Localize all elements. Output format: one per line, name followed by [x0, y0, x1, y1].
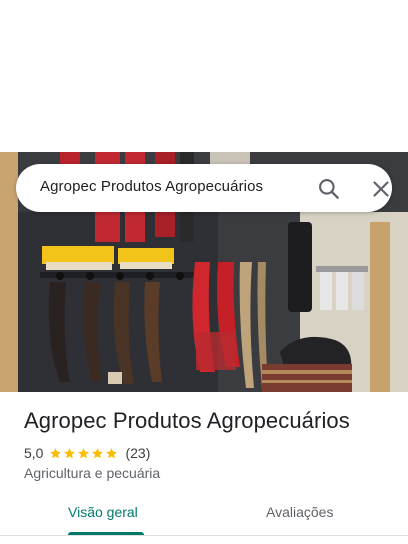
star-icon: [64, 447, 76, 458]
search-input[interactable]: Agropec Produtos Agropecuários: [40, 178, 263, 195]
place-title: Agropec Produtos Agropecuários: [24, 408, 350, 433]
star-icon: [106, 447, 118, 458]
place-category[interactable]: Agricultura e pecuária: [24, 465, 160, 481]
close-icon[interactable]: [368, 176, 394, 202]
tab-overview[interactable]: Visão geral: [68, 504, 138, 520]
place-tabs: Visão geral Avaliações: [0, 496, 408, 540]
star-rating: [49, 447, 119, 460]
rating-row[interactable]: 5,0 (23): [24, 444, 150, 462]
tab-reviews[interactable]: Avaliações: [266, 504, 333, 520]
star-icon: [78, 447, 90, 458]
search-bar[interactable]: Agropec Produtos Agropecuários: [16, 164, 392, 212]
star-icon: [50, 447, 62, 458]
tabs-divider: [0, 535, 408, 536]
star-icon: [92, 447, 104, 458]
rating-value: 5,0: [24, 445, 44, 461]
map-blank-area: [0, 0, 408, 152]
search-icon[interactable]: [316, 176, 342, 202]
review-count[interactable]: (23): [125, 445, 150, 461]
